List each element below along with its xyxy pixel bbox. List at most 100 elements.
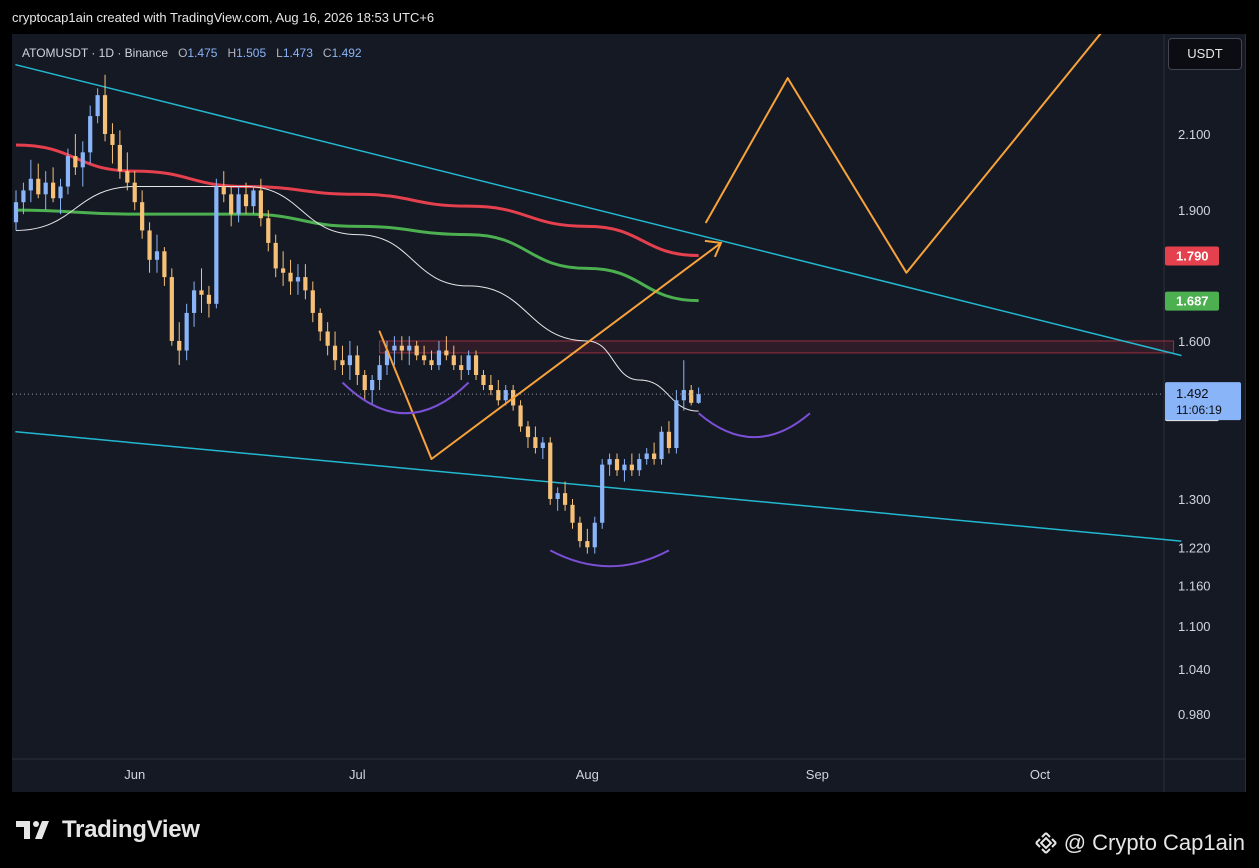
candle-body [377, 365, 382, 380]
candle-10 [80, 141, 85, 187]
candle-body [496, 390, 501, 401]
candle-73 [548, 437, 553, 505]
candle-body [140, 202, 145, 231]
last-price-badge: 1.492 11:06:19 [1165, 382, 1241, 421]
candle-body [674, 400, 679, 449]
candle-body [600, 464, 605, 523]
candle-body [258, 190, 263, 219]
candle-85 [637, 453, 642, 476]
candle-92 [689, 385, 694, 406]
candle-body [80, 152, 85, 168]
candle-93 [696, 387, 701, 404]
candle-82 [614, 453, 620, 476]
candle-45 [340, 345, 345, 375]
candle-body [177, 340, 182, 351]
candle-11 [88, 105, 93, 164]
chart-pane[interactable]: 2.100 1.900 1.600 1.300 1.220 1.160 1.100 1.040… [12, 34, 1246, 792]
candle-47 [355, 345, 360, 386]
candle-body [51, 182, 56, 199]
candle-body [362, 374, 367, 391]
candle-5 [43, 171, 48, 211]
candle-body [347, 355, 352, 366]
candle-body [58, 186, 63, 199]
candle-69 [518, 400, 523, 432]
price-tick-label: 1.300 [1178, 492, 1211, 507]
price-tick-label: 1.220 [1178, 540, 1211, 555]
candle-79 [592, 516, 597, 554]
candle-89 [666, 421, 672, 454]
price-badge-ma_red: 1.790 [1165, 246, 1219, 266]
candle-61 [459, 355, 464, 380]
pattern-arc-3 [697, 412, 811, 439]
currency-button[interactable]: USDT [1168, 38, 1242, 70]
candle-body [466, 355, 471, 371]
candle-body [310, 290, 315, 313]
tradingview-brand: TradingView [62, 816, 200, 843]
legend-symbol: ATOMUSDT · 1D · Binance [22, 46, 169, 60]
price-tick-label: 2.100 [1178, 127, 1211, 142]
candle-body [162, 251, 167, 278]
candle-31 [236, 186, 241, 223]
candle-7 [58, 178, 63, 215]
candle-14 [110, 123, 115, 164]
candle-body [117, 144, 122, 172]
candle-body [221, 186, 226, 195]
moving-average-ma_green [15, 208, 699, 303]
candle-body [481, 374, 486, 386]
candle-70 [525, 421, 531, 449]
candle-39 [295, 264, 301, 295]
footer-bar: TradingView @ Crypto Cap1ain [0, 792, 1259, 868]
candle-body [184, 312, 189, 351]
candle-62 [466, 350, 471, 375]
candle-body [555, 493, 560, 499]
candle-body [28, 178, 33, 191]
legend-low-value: 1.473 [282, 46, 313, 60]
candle-20 [154, 234, 160, 273]
candle-27 [206, 285, 212, 318]
candle-body [266, 218, 271, 243]
price-tick-label: 1.040 [1178, 662, 1211, 677]
candle-body [525, 426, 531, 438]
candle-18 [140, 190, 145, 239]
candle-90 [674, 390, 679, 454]
candle-41 [310, 281, 315, 323]
candle-body [518, 405, 523, 427]
tradingview-logo[interactable]: TradingView [16, 816, 200, 844]
candle-28 [214, 178, 219, 309]
time-tick-label: Jul [349, 767, 366, 782]
candle-3 [28, 159, 33, 203]
candle-body [318, 312, 323, 332]
candle-80 [600, 459, 605, 529]
candle-74 [555, 487, 560, 511]
candle-body [325, 331, 330, 346]
time-tick-label: Aug [576, 767, 599, 782]
candle-body [273, 242, 278, 269]
candle-body [652, 453, 657, 460]
candle-body [132, 182, 137, 203]
candle-body [13, 202, 19, 223]
candle-50 [377, 355, 382, 391]
candle-body [548, 442, 553, 499]
pattern-arc-2 [549, 549, 670, 568]
candle-84 [629, 453, 634, 476]
candle-87 [652, 442, 657, 465]
time-tick-label: Jun [124, 767, 145, 782]
candle-16 [125, 152, 130, 191]
price-chart[interactable]: 2.100 1.900 1.600 1.300 1.220 1.160 1.100 1.040… [12, 34, 1245, 792]
candle-77 [577, 516, 583, 548]
candle-body [644, 453, 649, 460]
candle-body [696, 394, 701, 403]
candle-12 [95, 88, 100, 124]
candle-body [295, 277, 301, 282]
candle-body [614, 459, 620, 471]
candle-64 [481, 370, 486, 391]
trendline-upper [15, 64, 1182, 357]
candle-body [281, 268, 286, 273]
candle-body [399, 345, 404, 351]
candle-body [154, 251, 160, 260]
time-tick-label: Oct [1030, 767, 1051, 782]
candle-86 [644, 448, 649, 465]
candle-81 [607, 453, 612, 476]
legend-open-label: O [178, 46, 188, 60]
candle-body [659, 431, 664, 460]
